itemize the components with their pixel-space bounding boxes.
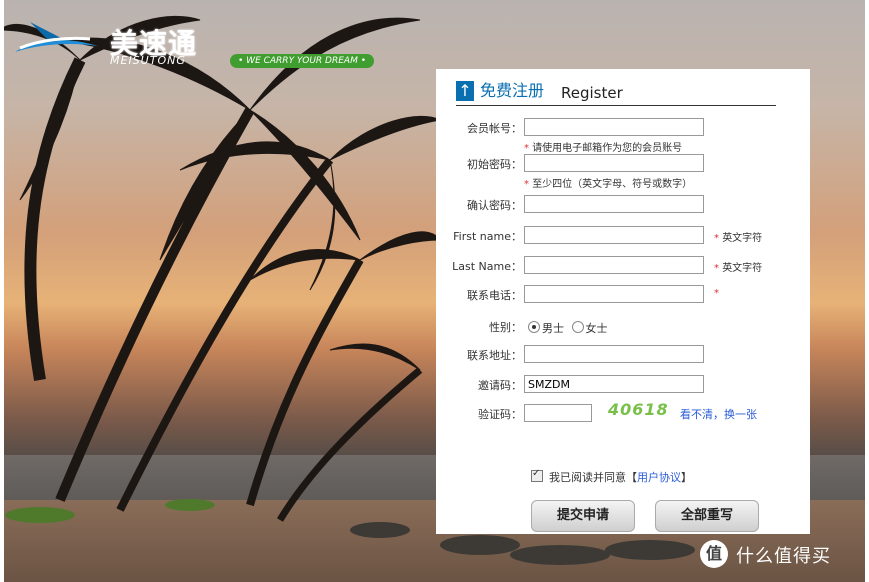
confirm-row: 确认密码：: [436, 195, 810, 215]
confirm-label: 确认密码：: [467, 199, 522, 212]
last-name-row: Last Name： * 英文字符: [436, 256, 810, 276]
phone-input[interactable]: [524, 285, 704, 303]
gender-label: 性别：: [489, 321, 522, 334]
agree-text: 我已阅读并同意【: [549, 471, 637, 484]
watermark-text: 什么值得买: [736, 546, 831, 567]
captcha-refresh-link[interactable]: 看不清，换一张: [680, 406, 757, 422]
watermark: 值 什么值得买: [700, 538, 860, 572]
captcha-input[interactable]: [524, 404, 592, 422]
captcha-row: 验证码： 40618 看不清，换一张: [436, 400, 810, 424]
agreement-row: 我已阅读并同意【用户协议】: [531, 468, 692, 485]
address-label: 联系地址：: [467, 349, 522, 362]
invite-code-input[interactable]: [524, 375, 704, 393]
required-mark: *: [714, 263, 719, 274]
site-logo[interactable]: 美速通 MEISUTONG • WE CARRY YOUR DREAM •: [10, 10, 390, 70]
account-input[interactable]: [524, 118, 704, 136]
account-hint: * 请使用电子邮箱作为您的会员账号: [524, 139, 682, 154]
captcha-image[interactable]: 40618: [608, 400, 669, 419]
phone-required: *: [714, 288, 719, 299]
address-input[interactable]: [524, 345, 704, 363]
required-mark: *: [714, 233, 719, 244]
account-hint-text: 请使用电子邮箱作为您的会员账号: [532, 143, 683, 154]
first-name-note-text: 英文字符: [722, 233, 763, 244]
agree-checkbox[interactable]: [531, 468, 543, 482]
airplane-icon: [15, 22, 98, 52]
required-mark: *: [524, 179, 529, 190]
radio-female[interactable]: [571, 321, 584, 333]
brand-tagline: • WE CARRY YOUR DREAM •: [230, 54, 375, 68]
required-mark: *: [714, 288, 719, 299]
first-name-row: First name： * 英文字符: [436, 226, 810, 246]
user-agreement-link[interactable]: 用户协议: [637, 471, 681, 484]
gender-row: 性别： 男士 女士: [436, 317, 810, 337]
gender-options: 男士 女士: [528, 320, 608, 336]
password-input[interactable]: [524, 154, 704, 172]
submit-button[interactable]: 提交申请: [531, 500, 635, 532]
first-name-note: * 英文字符: [714, 229, 762, 244]
password-label: 初始密码：: [467, 158, 522, 171]
gender-female-label[interactable]: 女士: [586, 322, 608, 335]
panel-header: ↑ 免费注册 Register: [456, 81, 776, 106]
password-row: 初始密码：: [436, 154, 810, 174]
brand-name-en: MEISUTONG: [110, 54, 186, 67]
invite-row: 邀请码：: [436, 375, 810, 395]
phone-row: 联系电话： *: [436, 285, 810, 305]
captcha-label: 验证码：: [478, 408, 522, 421]
reset-button[interactable]: 全部重写: [655, 500, 759, 532]
account-label: 会员帐号：: [467, 122, 522, 135]
panel-title-cn: 免费注册: [480, 81, 545, 100]
gender-male-label[interactable]: 男士: [542, 322, 564, 335]
last-name-input[interactable]: [524, 256, 704, 274]
first-name-label: First name：: [453, 230, 522, 243]
account-row: 会员帐号：: [436, 118, 810, 138]
invite-label: 邀请码：: [478, 379, 522, 392]
radio-male[interactable]: [528, 321, 540, 333]
phone-label: 联系电话：: [467, 289, 522, 302]
confirm-password-input[interactable]: [524, 195, 704, 213]
agree-close: 】: [681, 471, 692, 484]
panel-title-en: Register: [561, 84, 623, 102]
last-name-note: * 英文字符: [714, 259, 762, 274]
last-name-label: Last Name：: [452, 260, 522, 273]
address-row: 联系地址：: [436, 345, 810, 365]
last-name-note-text: 英文字符: [722, 263, 763, 274]
password-hint-text: 至少四位（英文字母、符号或数字）: [532, 179, 693, 190]
register-panel: ↑ 免费注册 Register 会员帐号： * 请使用电子邮箱作为您的会员账号 …: [436, 69, 810, 534]
smzdm-logo-icon: 值: [700, 540, 728, 568]
arrow-up-icon: ↑: [456, 81, 474, 101]
required-mark: *: [524, 143, 529, 154]
first-name-input[interactable]: [524, 226, 704, 244]
password-hint: * 至少四位（英文字母、符号或数字）: [524, 175, 692, 190]
